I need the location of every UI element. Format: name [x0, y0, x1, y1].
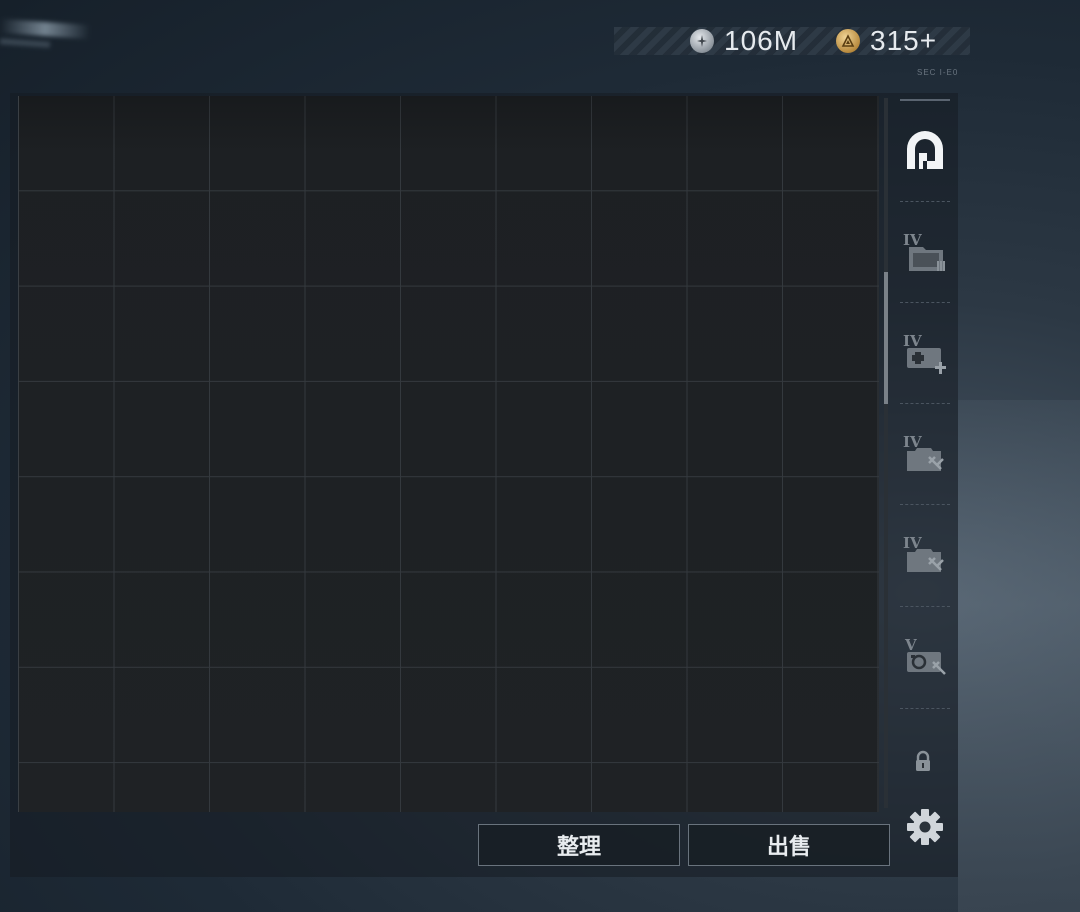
gold-currency[interactable]: 315+	[836, 25, 938, 56]
currency-bar: 106M 315+	[614, 25, 970, 56]
scrollbar-track[interactable]	[884, 98, 888, 808]
sort-button[interactable]: 整理	[478, 824, 680, 866]
tab-main-storage[interactable]	[898, 102, 952, 200]
gear-icon[interactable]	[904, 806, 946, 848]
silver-amount: 106M	[724, 25, 799, 56]
case-level: V	[904, 636, 917, 654]
silver-coin-icon	[690, 29, 714, 53]
tab-weapon-case-1[interactable]: IV	[898, 404, 952, 502]
gold-amount: 315+	[870, 25, 938, 56]
tab-gear-case[interactable]: V	[898, 607, 952, 705]
background-scene	[958, 400, 1080, 912]
sidebar-divider	[900, 99, 950, 101]
background-light	[0, 18, 91, 40]
stash-grid[interactable]	[18, 96, 879, 812]
background-light	[0, 38, 51, 48]
gold-coin-icon	[836, 29, 860, 53]
case-level: IV	[903, 231, 922, 249]
tab-medical-case[interactable]: IV	[898, 303, 952, 401]
main-storage-icon	[907, 131, 943, 169]
sidebar-divider	[900, 708, 950, 709]
grid-shade	[19, 96, 879, 812]
silver-currency[interactable]: 106M	[690, 25, 799, 56]
storage-case-weapon-icon: IV	[903, 433, 944, 471]
storage-case-gear-icon: V	[904, 636, 946, 675]
storage-case-ammo-icon: IV	[903, 231, 945, 271]
tab-weapon-case-2[interactable]: IV	[898, 505, 952, 603]
storage-case-medical-icon: IV	[903, 332, 946, 374]
sell-button[interactable]: 出售	[688, 824, 890, 866]
storage-case-weapon-icon: IV	[903, 534, 944, 572]
version-label: SEC I-E0	[917, 68, 959, 77]
case-level: IV	[903, 332, 922, 350]
tab-ammo-case[interactable]: IV	[898, 202, 952, 300]
lock-icon	[916, 750, 930, 771]
scrollbar-thumb[interactable]	[884, 272, 888, 404]
